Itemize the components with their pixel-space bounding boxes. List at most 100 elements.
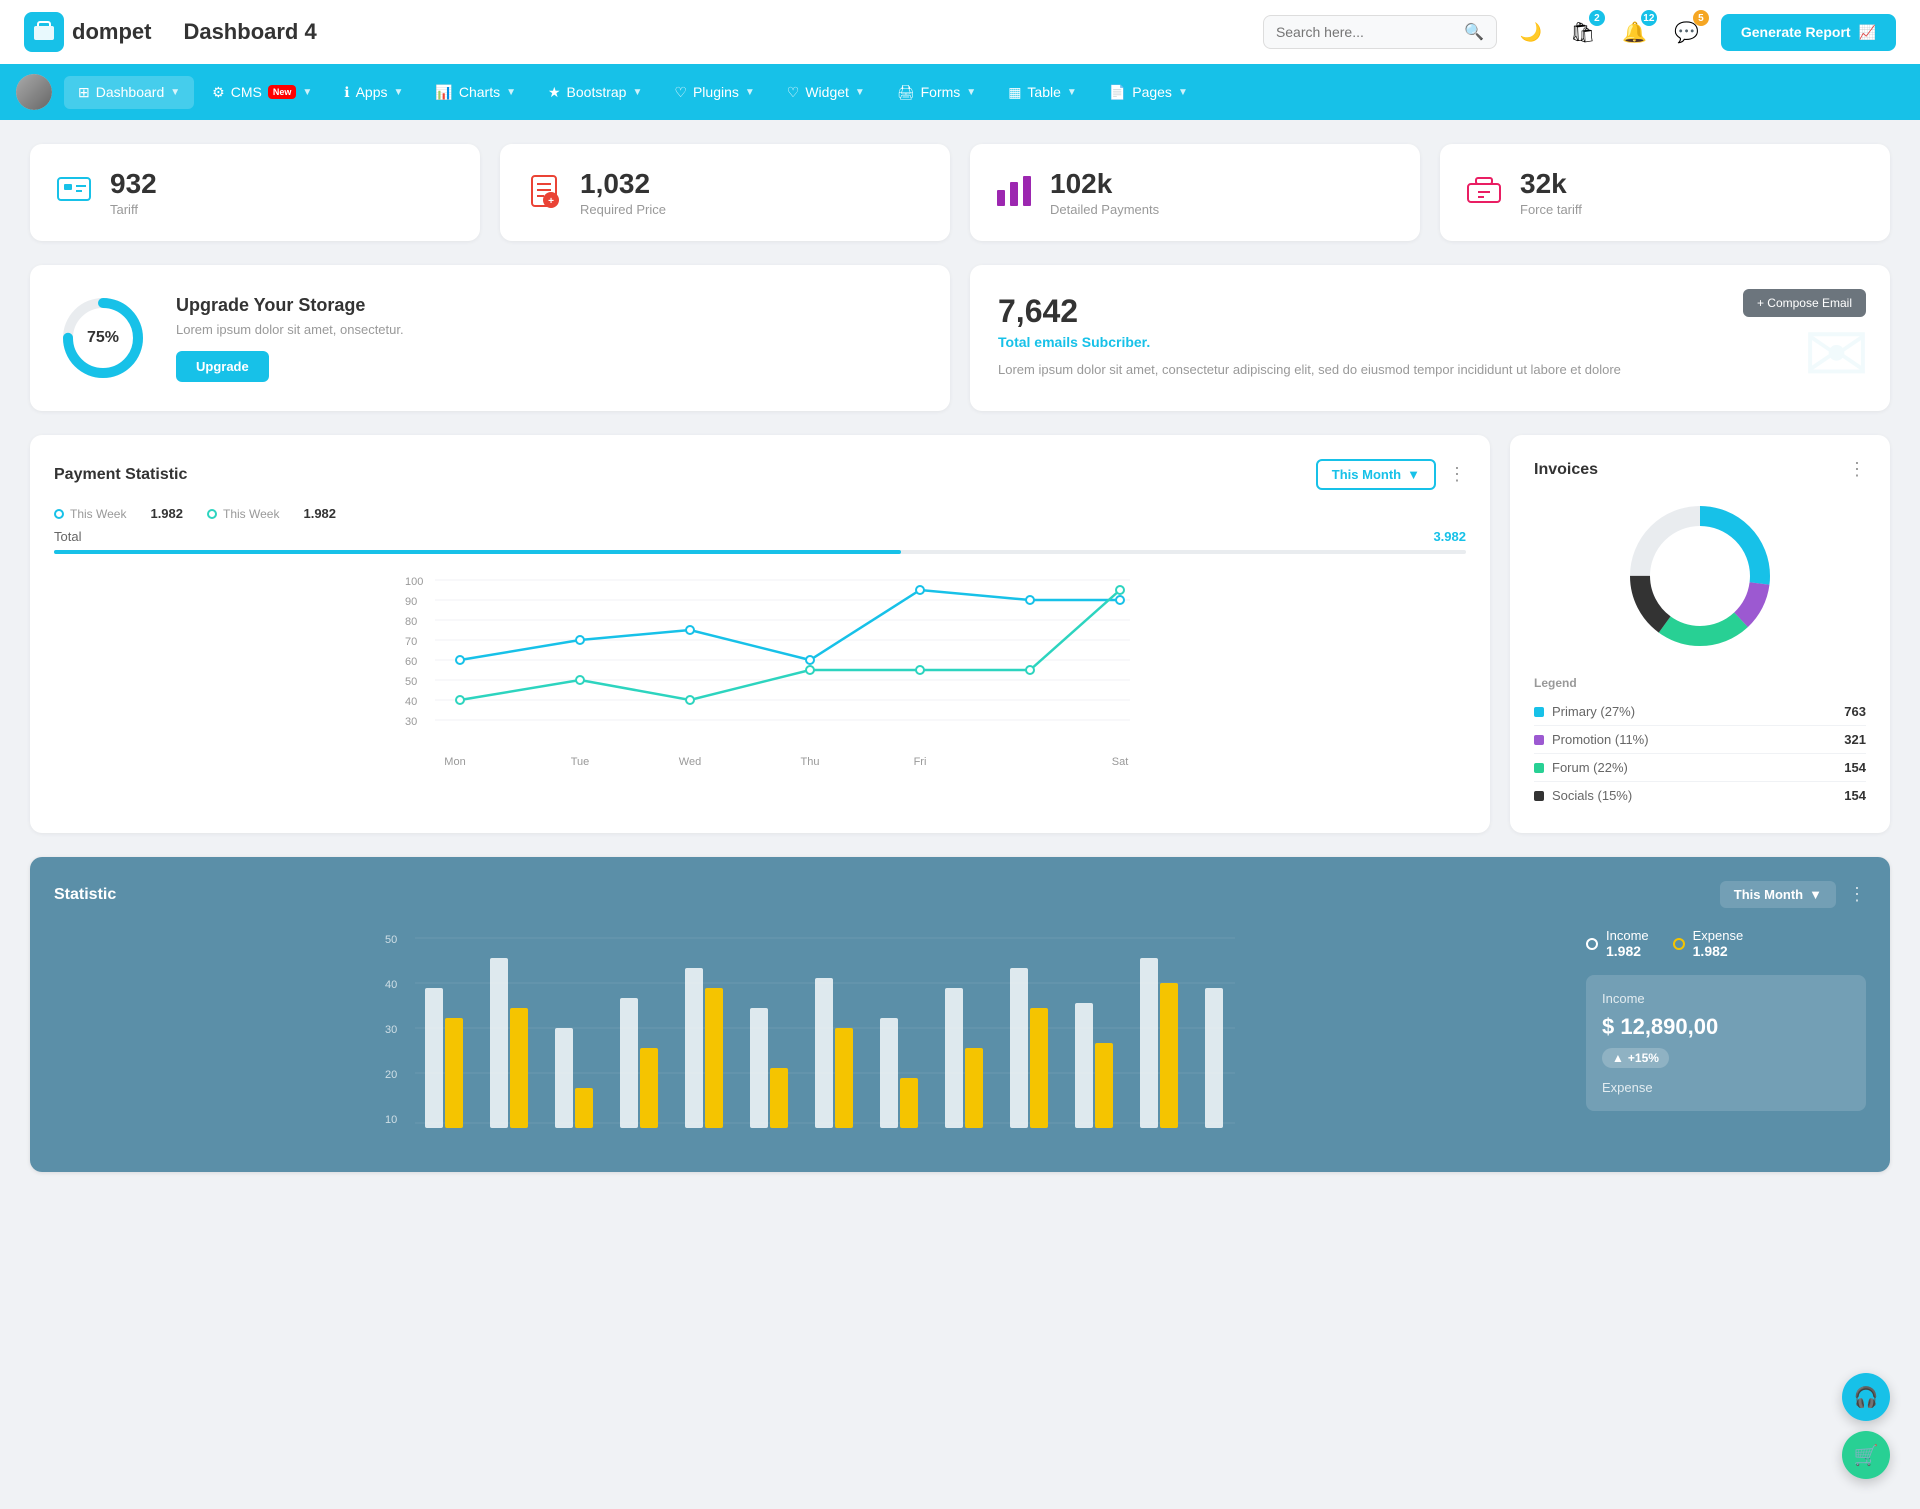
list-item: Socials (15%) 154 [1534, 782, 1866, 809]
this-month-filter[interactable]: This Month ▼ [1316, 459, 1436, 490]
headphone-icon: 🎧 [1854, 1385, 1879, 1410]
forum-color-dot [1534, 763, 1544, 773]
nav-item-widget[interactable]: ♡ Widget ▼ [773, 76, 879, 109]
topbar: dompet Dashboard 4 🔍 🌙 🛍 2 🔔 12 💬 5 Gene… [0, 0, 1920, 64]
total-progress-fill [54, 550, 901, 554]
cart-fab[interactable]: 🛒 [1842, 1431, 1890, 1479]
income-legend-val: 1.982 [1606, 943, 1649, 959]
svg-text:Fri: Fri [914, 756, 927, 768]
svg-text:Sat: Sat [1112, 756, 1129, 768]
nav-item-cms[interactable]: ⚙ CMS New ▼ [198, 76, 326, 109]
svg-text:70: 70 [405, 636, 417, 648]
upgrade-button[interactable]: Upgrade [176, 351, 269, 382]
chevron-down-icon: ▼ [855, 87, 865, 98]
bell-badge: 12 [1641, 10, 1657, 26]
topbar-right: 🔍 🌙 🛍 2 🔔 12 💬 5 Generate Report 📈 [1263, 14, 1896, 51]
chevron-down-icon: ▼ [966, 87, 976, 98]
stat-card-detailed-payments: 102k Detailed Payments [970, 144, 1420, 241]
nav-item-table[interactable]: ▦ Table ▼ [994, 76, 1091, 109]
nav-item-apps[interactable]: ℹ Apps ▼ [330, 76, 417, 109]
svg-text:Wed: Wed [679, 756, 701, 768]
statistic-this-month-filter[interactable]: This Month ▼ [1720, 881, 1836, 908]
required-price-label: Required Price [580, 202, 666, 217]
chevron-down-icon: ▼ [632, 87, 642, 98]
payment-more-btn[interactable]: ⋮ [1448, 464, 1466, 485]
statistic-card: Statistic This Month ▼ ⋮ 50 40 30 20 10 [30, 857, 1890, 1172]
generate-report-button[interactable]: Generate Report 📈 [1721, 14, 1896, 51]
statistic-title: Statistic [54, 886, 116, 904]
statistic-more-btn[interactable]: ⋮ [1848, 884, 1866, 905]
force-tariff-value: 32k [1520, 168, 1582, 200]
info-icon: ℹ [344, 84, 349, 101]
new-badge: New [268, 85, 297, 99]
list-item: Primary (27%) 763 [1534, 698, 1866, 726]
force-tariff-icon [1464, 170, 1504, 215]
nav-item-charts[interactable]: 📊 Charts ▼ [421, 76, 530, 109]
storage-donut: 75% [58, 293, 148, 383]
email-count: 7,642 [998, 293, 1862, 330]
navbar: ⊞ Dashboard ▼ ⚙ CMS New ▼ ℹ Apps ▼ 📊 Cha… [0, 64, 1920, 120]
chevron-down-icon: ▼ [745, 87, 755, 98]
user-avatar[interactable] [16, 74, 52, 110]
middle-row: 75% Upgrade Your Storage Lorem ipsum dol… [30, 265, 1890, 411]
messages-btn[interactable]: 💬 5 [1669, 14, 1705, 50]
stat-card-force-tariff: 32k Force tariff [1440, 144, 1890, 241]
income-amount: $ 12,890,00 [1602, 1014, 1850, 1040]
dashboard-icon: ⊞ [78, 84, 90, 101]
search-icon: 🔍 [1464, 22, 1484, 42]
stat-cards-row: 932 Tariff + 1,032 Required Price [30, 144, 1890, 241]
statistic-side-panel: Income 1.982 Expense 1.982 Income $ [1586, 928, 1866, 1148]
detailed-payments-icon [994, 170, 1034, 215]
email-subtitle: Total emails Subcriber. [998, 334, 1862, 350]
table-icon: ▦ [1008, 84, 1021, 101]
cart-badge: 2 [1589, 10, 1605, 26]
search-input[interactable] [1276, 24, 1456, 40]
nav-item-plugins[interactable]: ♡ Plugins ▼ [660, 76, 768, 109]
svg-text:10: 10 [385, 1114, 397, 1126]
required-price-icon: + [524, 170, 564, 215]
message-badge: 5 [1693, 10, 1709, 26]
svg-text:Thu: Thu [801, 756, 820, 768]
primary-color-dot [1534, 707, 1544, 717]
legend-dot-1 [54, 509, 64, 519]
svg-text:50: 50 [385, 934, 397, 946]
email-description: Lorem ipsum dolor sit amet, consectetur … [998, 360, 1862, 380]
search-box: 🔍 [1263, 15, 1497, 49]
support-fab[interactable]: 🎧 [1842, 1373, 1890, 1421]
svg-text:20: 20 [385, 1069, 397, 1081]
nav-item-bootstrap[interactable]: ★ Bootstrap ▼ [534, 76, 656, 109]
chevron-down-icon: ▼ [302, 87, 312, 98]
legend-title: Legend [1534, 676, 1866, 690]
svg-text:40: 40 [385, 979, 397, 991]
invoices-more-btn[interactable]: ⋮ [1848, 459, 1866, 480]
income-legend-dot [1586, 938, 1598, 950]
theme-toggle[interactable]: 🌙 [1513, 14, 1549, 50]
chevron-down-icon: ▼ [394, 87, 404, 98]
pages-icon: 📄 [1109, 84, 1126, 101]
payment-title: Payment Statistic [54, 466, 187, 484]
logo[interactable]: dompet [24, 12, 151, 52]
total-label: Total [54, 529, 81, 544]
up-arrow-icon: ▲ [1612, 1051, 1624, 1065]
nav-item-pages[interactable]: 📄 Pages ▼ [1095, 76, 1202, 109]
charts-icon: 📊 [435, 84, 452, 101]
list-item: Promotion (11%) 321 [1534, 726, 1866, 754]
nav-item-forms[interactable]: 🖨 Forms ▼ [883, 76, 990, 109]
total-progress-bar [54, 550, 1466, 554]
income-box-label: Income [1602, 991, 1850, 1006]
svg-text:50: 50 [405, 676, 417, 688]
cart-btn[interactable]: 🛍 2 [1565, 14, 1601, 50]
star-icon: ★ [548, 84, 561, 101]
nav-item-dashboard[interactable]: ⊞ Dashboard ▼ [64, 76, 194, 109]
promotion-color-dot [1534, 735, 1544, 745]
svg-text:100: 100 [405, 576, 423, 588]
payment-header: Payment Statistic This Month ▼ ⋮ [54, 459, 1466, 490]
gear-icon: ⚙ [212, 84, 225, 101]
notifications-btn[interactable]: 🔔 12 [1617, 14, 1653, 50]
detailed-payments-label: Detailed Payments [1050, 202, 1159, 217]
heart-icon: ♡ [674, 84, 687, 101]
income-box: Income $ 12,890,00 ▲ +15% Expense [1586, 975, 1866, 1111]
storage-description: Lorem ipsum dolor sit amet, onsectetur. [176, 322, 404, 337]
invoices-header: Invoices ⋮ [1534, 459, 1866, 480]
storage-title: Upgrade Your Storage [176, 295, 404, 316]
